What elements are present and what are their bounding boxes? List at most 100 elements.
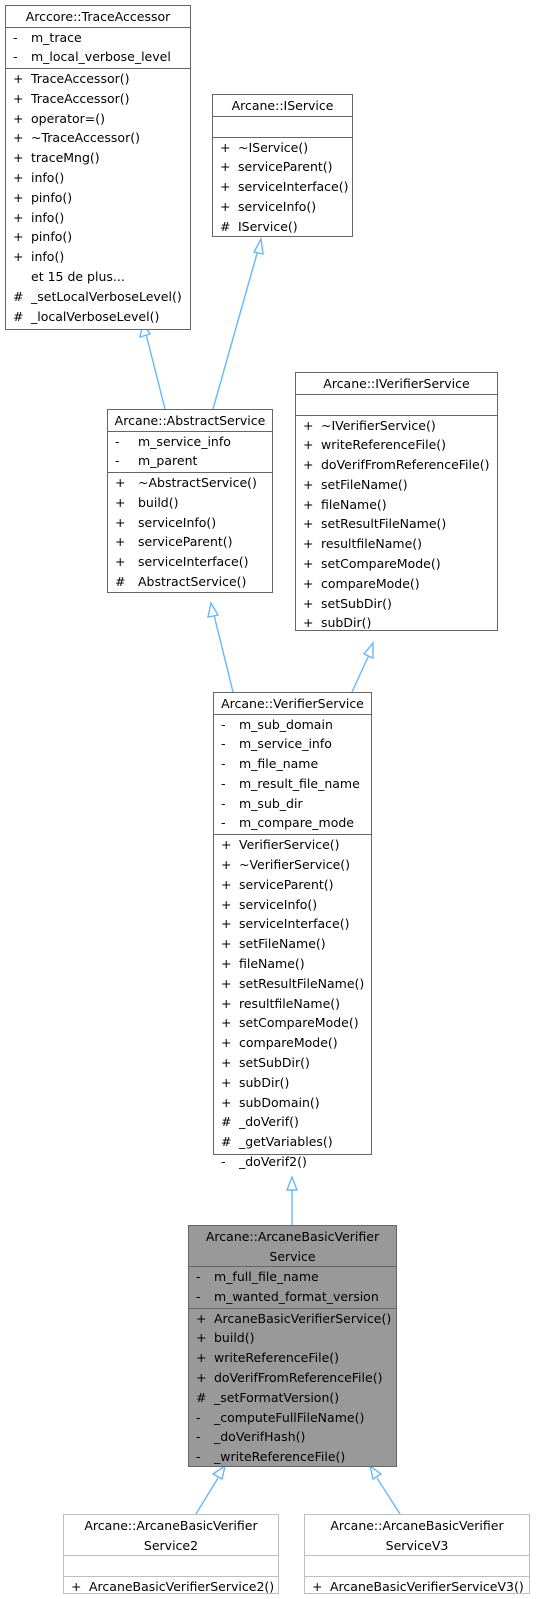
arrowhead-verifierservice [285, 1175, 299, 1191]
class-arcane-basic-verifier-service[interactable]: Arcane::ArcaneBasicVerifier Service - m_f… [188, 1225, 397, 1467]
method-row: + ArcaneBasicVerifierService() [196, 1310, 392, 1326]
more-members-link[interactable]: et 15 de plus... [6, 267, 190, 287]
method-row: + setResultFileName() [303, 516, 447, 532]
class-title: Arcane::IService [213, 95, 352, 117]
method-row: + setCompareMode() [221, 1015, 359, 1031]
class-iservice[interactable]: Arcane::IService + ~IService() + servicePa… [212, 94, 353, 237]
method-row: + TraceAccessor() [13, 90, 130, 106]
method-row: + pinfo() [13, 229, 73, 245]
method-row: # IService() [220, 218, 298, 234]
method-row: + serviceInfo() [221, 896, 318, 912]
method-row: - _computeFullFileName() [196, 1409, 365, 1425]
method-row: + resultfileName() [221, 995, 341, 1011]
class-arcane-basic-verifier-service2[interactable]: Arcane::ArcaneBasicVerifier Service2 + Ar… [63, 1514, 279, 1594]
method-row: + ~VerifierService() [221, 857, 351, 873]
method-row: + setFileName() [221, 936, 326, 952]
attribute-row: - m_file_name [221, 756, 319, 772]
methods-section: + ~IVerifierService() + writeReferenceFile… [296, 416, 497, 635]
attributes-section: - m_sub_domain - m_service_info - m_file_na… [214, 715, 371, 836]
method-row: + fileName() [221, 956, 305, 972]
method-row: + serviceParent() [115, 534, 233, 550]
edge-verifierservice-iverifierservice [351, 654, 370, 693]
class-title-line2: Service2 [143, 1537, 199, 1553]
class-title-line2: Service [269, 1248, 316, 1264]
method-row: + operator=() [13, 110, 105, 126]
method-row: + TraceAccessor() [13, 71, 130, 87]
method-row: + serviceInfo() [220, 198, 317, 214]
method-row: # _setFormatVersion() [196, 1389, 340, 1405]
method-row: + ~AbstractService() [115, 475, 257, 491]
method-row: + serviceInterface() [220, 179, 349, 195]
edge-abstractservice-iservice [212, 249, 259, 410]
edge-abstractservice-traceaccessor [145, 333, 166, 410]
attributes-section: - m_service_info - m_parent [108, 432, 272, 474]
methods-section: + ~AbstractService() + build() + serviceInf… [108, 473, 272, 593]
method-row: + serviceInterface() [221, 916, 350, 932]
class-title-line1: Arcane::ArcaneBasicVerifier [84, 1518, 258, 1533]
method-row: + setFileName() [303, 476, 408, 492]
method-row: + subDir() [303, 615, 372, 631]
arrowhead-abstractservice [207, 601, 220, 618]
method-row: # _setLocalVerboseLevel() [13, 288, 182, 304]
method-row: + ~TraceAccessor() [13, 130, 140, 146]
method-row: + writeReferenceFile() [196, 1350, 340, 1366]
methods-section: + ~IService() + serviceParent() + serviceIn… [213, 138, 352, 238]
method-row: - _writeReferenceFile() [196, 1449, 346, 1465]
attributes-section [296, 395, 497, 416]
edge-servicev3-basic [376, 1477, 401, 1515]
method-row: + ArcaneBasicVerifierService2() [71, 1579, 275, 1594]
method-row: + VerifierService() [221, 837, 340, 853]
attribute-row: - m_compare_mode [221, 815, 354, 831]
method-row: + fileName() [303, 496, 387, 512]
method-row: + ArcaneBasicVerifierServiceV3() [312, 1579, 524, 1594]
attribute-row: - m_trace [13, 29, 82, 45]
attribute-row: - m_result_file_name [221, 775, 360, 791]
class-title: Arcane::IVerifierService [296, 373, 497, 395]
method-row: + setSubDir() [303, 595, 392, 611]
method-row: + traceMng() [13, 150, 100, 166]
class-arcane-basic-verifier-service-v3[interactable]: Arcane::ArcaneBasicVerifier ServiceV3 + A… [304, 1514, 530, 1594]
arrowhead-iverifierservice [362, 641, 374, 660]
method-row: + serviceInterface() [115, 554, 249, 570]
method-row: + doVerifFromReferenceFile() [303, 457, 490, 473]
class-title: Arcane::AbstractService [108, 410, 272, 432]
attributes-section: - m_full_file_name - m_wanted_format_versi… [189, 1267, 396, 1309]
attribute-row: - m_service_info [221, 736, 332, 752]
attribute-row: - m_full_file_name [196, 1269, 319, 1284]
class-title: Arccore::TraceAccessor [6, 6, 190, 28]
method-row: + subDir() [221, 1074, 290, 1090]
class-trace-accessor[interactable]: Arccore::TraceAccessor - m_trace - m_local… [5, 5, 191, 330]
class-title-line1: Arcane::ArcaneBasicVerifier [205, 1229, 380, 1244]
methods-section: + ArcaneBasicVerifierService() + build() +… [189, 1309, 396, 1468]
class-verifier-service[interactable]: Arcane::VerifierService - m_sub_domain -m… [213, 692, 372, 1169]
method-row: + build() [115, 494, 179, 510]
method-row: + info() [13, 209, 65, 225]
class-title: Arcane::ArcaneBasicVerifier ServiceV3 [305, 1515, 529, 1556]
class-abstract-service[interactable]: Arcane::AbstractService - m_service_info … [107, 409, 273, 593]
method-row: # AbstractService() [115, 574, 247, 590]
method-row: + compareMode() [303, 575, 420, 591]
attribute-row: - m_service_info [115, 433, 231, 449]
attributes-section [305, 1556, 529, 1577]
attributes-section: - m_trace - m_local_verbose_level [6, 28, 190, 70]
methods-section: + ArcaneBasicVerifierServiceV3() [305, 1577, 529, 1598]
class-title: Arcane::VerifierService [214, 693, 371, 715]
method-row: + setResultFileName() [221, 975, 365, 991]
methods-section: + VerifierService() + ~VerifierService() +… [214, 835, 371, 1173]
attribute-row: - m_wanted_format_version [196, 1288, 379, 1304]
attribute-row: - m_sub_dir [221, 795, 303, 811]
method-row: # _doVerif() [221, 1114, 299, 1130]
edge-service2-basic [195, 1477, 219, 1515]
edge-verifierservice-abstractservice [213, 614, 234, 693]
attribute-row: - m_local_verbose_level [13, 49, 171, 65]
methods-section: + ArcaneBasicVerifierService2() [64, 1577, 278, 1598]
class-title-line1: Arcane::ArcaneBasicVerifier [330, 1518, 504, 1533]
method-row: # _localVerboseLevel() [13, 308, 160, 324]
class-title: Arcane::ArcaneBasicVerifier Service2 [64, 1515, 278, 1556]
methods-section: + TraceAccessor() + TraceAccessor() + opera… [6, 69, 190, 327]
class-title: Arcane::ArcaneBasicVerifier Service [189, 1226, 396, 1267]
method-row: + info() [13, 249, 65, 265]
method-row: + setSubDir() [221, 1055, 310, 1071]
class-iverifier-service[interactable]: Arcane::IVerifierService + ~IVerifierServ… [295, 372, 498, 631]
method-row: + pinfo() [13, 189, 73, 205]
